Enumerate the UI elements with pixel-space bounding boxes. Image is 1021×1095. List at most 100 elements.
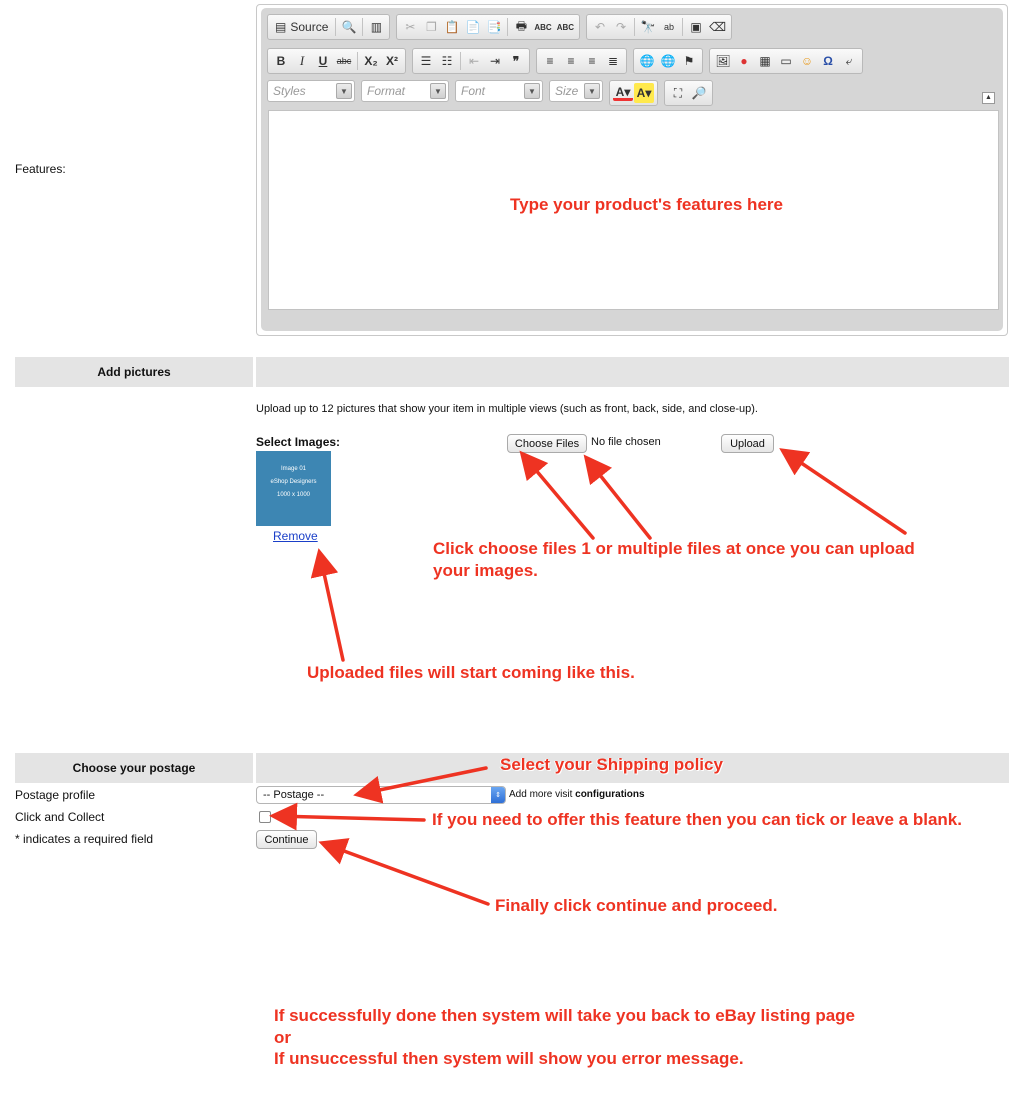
continue-button[interactable]: Continue [256, 830, 317, 849]
horizontal-rule-icon[interactable]: ▭ [776, 51, 796, 71]
uploaded-image-thumbnail: Image 01 eShop Designers 1000 x 1000 [256, 451, 331, 526]
spellcheck-dropdown-icon[interactable]: ABC [555, 17, 576, 37]
chevron-down-icon: ▼ [430, 83, 446, 99]
strikethrough-icon[interactable]: abc [334, 51, 354, 71]
unlink-icon[interactable]: 🌐 [658, 51, 678, 71]
source-button-label: Source [290, 20, 329, 34]
collapse-toolbar-icon[interactable]: ▲ [982, 92, 995, 104]
numbered-list-icon[interactable]: ☰ [416, 51, 436, 71]
cut-icon[interactable]: ✂ [400, 17, 420, 37]
annotation-choose-files-1: Click choose files 1 or multiple files a… [433, 539, 915, 558]
anchor-flag-icon[interactable]: ⚑ [679, 51, 699, 71]
features-label: Features: [15, 162, 66, 176]
preview-icon[interactable]: 🔍 [339, 17, 359, 37]
font-combo-label: Font [461, 84, 486, 98]
toolbar-separator [357, 52, 358, 70]
select-arrows-icon: ⇕ [491, 787, 505, 803]
background-color-icon[interactable]: A ▾ [634, 83, 654, 103]
styles-combo[interactable]: Styles ▼ [267, 80, 355, 102]
click-collect-checkbox[interactable] [259, 811, 271, 823]
paste-word-icon[interactable]: 📑 [484, 17, 504, 37]
smiley-icon[interactable]: ☺ [797, 51, 817, 71]
text-color-icon[interactable]: A ▾ [613, 85, 633, 101]
maximize-icon[interactable]: ⛶ [668, 83, 688, 103]
blockquote-icon[interactable]: ❞ [506, 51, 526, 71]
toolbar-separator [335, 18, 337, 36]
required-field-note: * indicates a required field [15, 832, 154, 846]
align-left-icon[interactable]: ≡ [540, 51, 560, 71]
footer-note-line-2: or [274, 1028, 291, 1047]
source-button[interactable]: ▤ Source [271, 17, 332, 37]
show-blocks-icon[interactable]: 🔎 [689, 83, 709, 103]
toolbar-separator [634, 18, 636, 36]
no-file-chosen-text: No file chosen [591, 436, 661, 448]
features-editor: ▤ Source 🔍 ▥ ✂ ❐ 📋 📄 📑 🖶 ABC ABC ↶ ↷ 🔭 a… [256, 4, 1008, 336]
size-combo-label: Size [555, 84, 579, 98]
special-char-icon[interactable]: Ω [818, 51, 838, 71]
thumbnail-line-2: eShop Designers [270, 479, 317, 485]
align-center-icon[interactable]: ≡ [561, 51, 581, 71]
postage-profile-value: -- Postage -- [263, 789, 325, 801]
arrow-to-checkbox [269, 802, 426, 831]
templates-icon[interactable]: ▥ [366, 17, 386, 37]
align-justify-icon[interactable]: ≣ [603, 51, 623, 71]
italic-icon[interactable]: I [292, 51, 312, 71]
find-icon[interactable]: 🔭 [638, 17, 658, 37]
annotation-continue: Finally click continue and proceed. [495, 896, 778, 915]
size-combo[interactable]: Size ▼ [549, 80, 603, 102]
format-combo-label: Format [367, 84, 406, 98]
outdent-icon[interactable]: ⇤ [464, 51, 484, 71]
paste-text-icon[interactable]: 📄 [463, 17, 483, 37]
indent-icon[interactable]: ⇥ [485, 51, 505, 71]
toolbar-row-3: Styles ▼ Format ▼ Font ▼ Size ▼ A ▾ A ▾ ⛶ 🔎 [267, 80, 713, 106]
superscript-icon[interactable]: X² [382, 51, 402, 71]
table-icon[interactable]: ▦ [755, 51, 775, 71]
arrow-to-choose-files [519, 450, 595, 540]
configurations-link[interactable]: configurations [575, 789, 644, 800]
replace-icon[interactable]: ab [659, 17, 679, 37]
arrow-to-upload [779, 448, 907, 535]
add-more-prefix: Add more visit [509, 789, 573, 800]
eraser-icon[interactable]: ⌫ [707, 17, 728, 37]
annotation-shipping-policy: Select your Shipping policy [500, 755, 723, 774]
annotation-choose-files-2: your images. [433, 561, 538, 580]
select-all-icon[interactable]: ▣ [686, 17, 706, 37]
document-icon: ▤ [275, 20, 287, 34]
redo-icon[interactable]: ↷ [611, 17, 631, 37]
underline-icon[interactable]: U [313, 51, 333, 71]
copy-icon[interactable]: ❐ [421, 17, 441, 37]
choose-files-button[interactable]: Choose Files [507, 434, 587, 453]
arrow-to-continue [318, 838, 490, 906]
footer-note-line-3: If unsuccessful then system will show yo… [274, 1049, 744, 1068]
editor-chrome: ▤ Source 🔍 ▥ ✂ ❐ 📋 📄 📑 🖶 ABC ABC ↶ ↷ 🔭 a… [261, 8, 1003, 331]
upload-instructions: Upload up to 12 pictures that show your … [256, 403, 758, 415]
page-break-icon[interactable]: ⤶ [839, 51, 859, 71]
thumbnail-line-3: 1000 x 1000 [276, 492, 311, 498]
toolbar-group-clipboard: ✂ ❐ 📋 📄 📑 🖶 ABC ABC [396, 14, 581, 40]
toolbar-separator [682, 18, 684, 36]
link-icon[interactable]: 🌐 [637, 51, 657, 71]
toolbar-group-insert: 🖼 ● ▦ ▭ ☺ Ω ⤶ [709, 48, 863, 74]
paste-icon[interactable]: 📋 [442, 17, 462, 37]
upload-button[interactable]: Upload [721, 434, 774, 453]
align-right-icon[interactable]: ≡ [582, 51, 602, 71]
toolbar-separator [507, 18, 509, 36]
image-icon[interactable]: 🖼 [713, 51, 733, 71]
bold-icon[interactable]: B [271, 51, 291, 71]
toolbar-row-1: ▤ Source 🔍 ▥ ✂ ❐ 📋 📄 📑 🖶 ABC ABC ↶ ↷ 🔭 a… [267, 14, 733, 40]
postage-profile-select[interactable]: -- Postage -- ⇕ [256, 786, 506, 804]
bulleted-list-icon[interactable]: ☷ [437, 51, 457, 71]
undo-icon[interactable]: ↶ [590, 17, 610, 37]
subscript-icon[interactable]: X₂ [361, 51, 381, 71]
format-combo[interactable]: Format ▼ [361, 80, 449, 102]
remove-link[interactable]: Remove [273, 529, 318, 543]
add-pictures-header-bar [256, 357, 1009, 387]
annotation-tick-box: If you need to offer this feature then y… [432, 810, 962, 829]
font-combo[interactable]: Font ▼ [455, 80, 543, 102]
add-more-text: Add more visit configurations [509, 789, 645, 800]
flash-icon[interactable]: ● [734, 51, 754, 71]
print-icon[interactable]: 🖶 [511, 17, 531, 37]
choose-postage-header: Choose your postage [15, 753, 253, 783]
spellcheck-icon[interactable]: ABC [532, 17, 553, 37]
select-images-label: Select Images: [256, 435, 341, 449]
